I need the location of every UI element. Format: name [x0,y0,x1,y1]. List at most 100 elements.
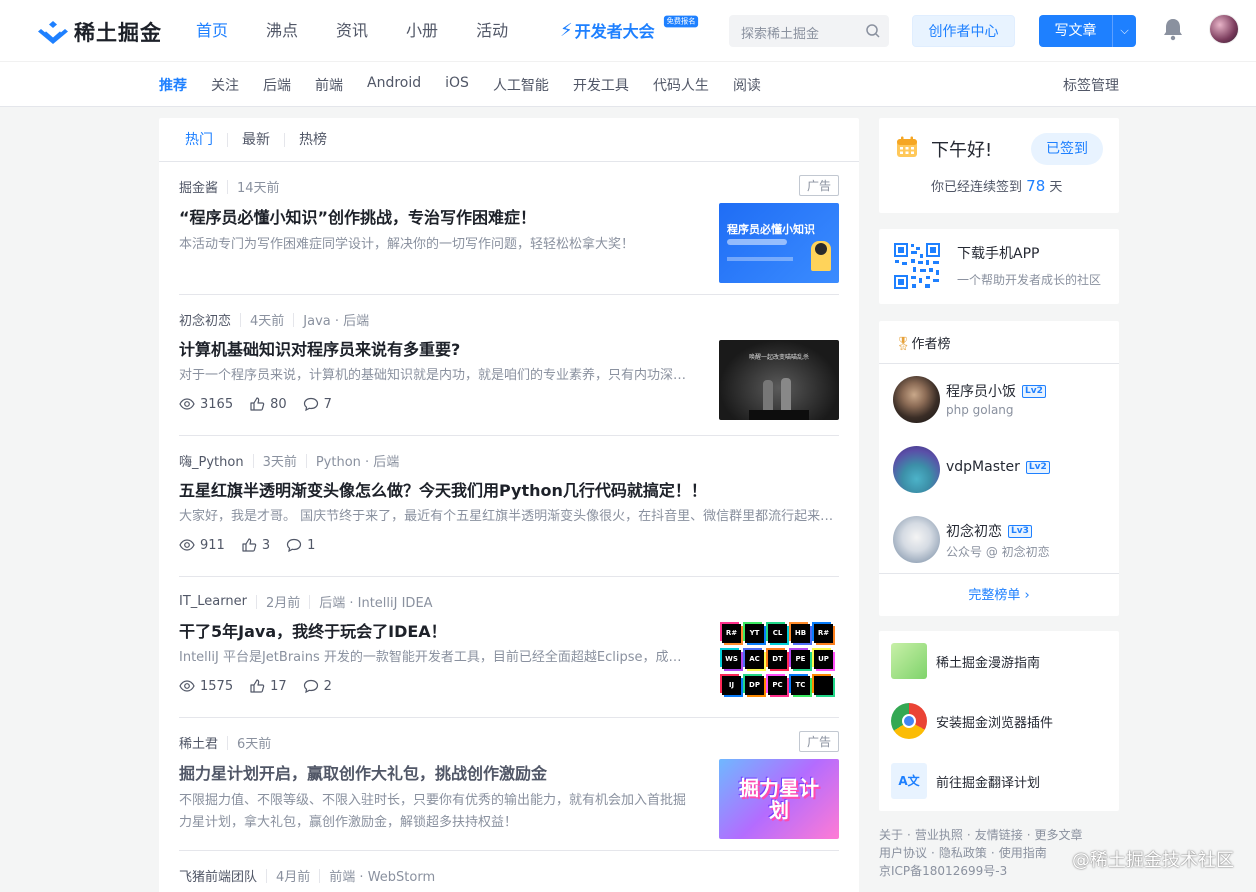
category-recommended[interactable]: 推荐 [159,75,187,95]
list-item[interactable]: 飞猪前端团队 4月前 前端 · WebStorm [179,866,839,892]
entry-tags[interactable]: Python · 后端 [316,451,399,470]
author-name[interactable]: IT_Learner [179,594,247,609]
full-ranking-link[interactable]: 完整榜单 › [879,573,1119,616]
category-code-life[interactable]: 代码人生 [653,75,709,95]
entry-tags[interactable]: 后端 · IntelliJ IDEA [319,592,432,611]
tab-hot[interactable]: 热门 [185,133,227,147]
app-download-card[interactable]: 下载手机APP 一个帮助开发者成长的社区 [879,229,1119,304]
category-devtools[interactable]: 开发工具 [573,75,629,95]
write-article-button[interactable]: 写文章 ⌵ [1039,15,1136,47]
entry-thumbnail[interactable]: 唤醒一起改变喵喵乱杀 [719,340,839,420]
entry-title[interactable]: “程序员必懂小知识”创作挑战，专治写作困难症！ [179,204,536,228]
avatar[interactable] [893,446,940,493]
comment-icon [287,538,302,553]
nav-books[interactable]: 小册 [406,19,438,43]
nav-news[interactable]: 资讯 [336,19,368,43]
nav-pins[interactable]: 沸点 [266,19,298,43]
entry-date: 3天前 [262,455,297,470]
avatar[interactable] [893,516,940,563]
search-icon[interactable] [865,23,881,39]
entry-title[interactable]: 五星红旗半透明渐变头像怎么做？今天我们用Python几行代码就搞定！！ [179,477,707,501]
jetbrains-product-icon: YT [745,624,764,643]
author-name[interactable]: 初念初恋 [179,310,231,329]
entry-thumbnail[interactable]: R# YT CL HB R# WS AC DT PE UP IJ DP PC TC [719,620,839,700]
category-backend[interactable]: 后端 [263,75,291,95]
signed-in-button[interactable]: 已签到 [1031,133,1103,165]
avatar[interactable] [893,376,940,423]
footer-link[interactable]: 友情链接 [975,826,1023,844]
dev-conference-link[interactable]: ⚡ 开发者大会 免费报名 [560,15,699,42]
category-ai[interactable]: 人工智能 [493,75,549,95]
comment-button[interactable]: 1 [286,537,315,553]
footer-link[interactable]: 关于 [879,826,903,844]
entry-tags[interactable]: 前端 · WebStorm [329,866,435,885]
like-button[interactable]: 80 [249,396,287,412]
author-name[interactable]: 程序员小饭 [946,381,1016,401]
thumbnail-caption: 掘力星计划 [739,776,819,822]
entry-abstract: 本活动专门为写作困难症同学设计，解决你的一切写作问题，轻轻松松拿大奖！ [179,237,635,252]
link-guide[interactable]: 稀土掘金漫游指南 [891,641,1111,681]
category-android[interactable]: Android [367,75,421,95]
tab-ranking[interactable]: 热榜 [284,132,341,147]
like-button[interactable]: 3 [241,537,270,553]
logo[interactable]: 稀土掘金 [38,17,162,47]
tab-latest[interactable]: 最新 [227,132,284,147]
author-name[interactable]: 掘金酱 [179,177,218,196]
entry-thumbnail[interactable]: 掘力星计划 [719,759,839,839]
category-reading[interactable]: 阅读 [733,75,761,95]
footer-link[interactable]: 使用指南 [999,844,1047,862]
ranking-author[interactable]: 程序员小饭 Lv2 php golang [893,376,1113,436]
like-button[interactable]: 17 [249,678,287,694]
footer-link[interactable]: 营业执照 [915,826,963,844]
creator-center-button[interactable]: 创作者中心 [912,15,1015,47]
comment-button[interactable]: 7 [303,396,332,412]
thumbnail-caption: 程序员必懂小知识 [727,223,815,236]
entry-date: 4月前 [276,870,311,885]
entry-meta: 掘金酱 14天前 [179,177,280,196]
signin-streak: 你已经连续签到 78 天 [931,177,1063,195]
list-item[interactable]: 嗨_Python 3天前 Python · 后端 五星红旗半透明渐变头像怎么做？… [179,451,839,577]
list-item[interactable]: 初念初恋 4天前 Java · 后端 计算机基础知识对程序员来说有多重要? 对于… [179,310,839,436]
link-browser-extension[interactable]: 安装掘金浏览器插件 [891,701,1111,741]
author-name[interactable]: 稀土君 [179,733,218,752]
entry-title[interactable]: 掘力星计划开启，赢取创作大礼包，挑战创作激励金 [179,760,547,784]
guide-icon [891,643,927,679]
ranking-author[interactable]: 初念初恋 Lv3 公众号 @ 初念初恋 [893,516,1113,576]
user-avatar[interactable] [1209,14,1239,44]
nav-home[interactable]: 首页 [196,19,228,43]
footer-link[interactable]: 用户协议 [879,844,927,862]
main-nav: 首页 沸点 资讯 小册 活动 [196,19,546,43]
entry-title[interactable]: 计算机基础知识对程序员来说有多重要? [179,336,460,360]
link-translation[interactable]: A文 前往掘金翻译计划 [891,761,1111,801]
entry-abstract: IntelliJ 平台是JetBrains 开发的一款智能开发者工具，目前已经全… [179,650,687,665]
list-item[interactable]: 掘金酱 14天前 广告 “程序员必懂小知识”创作挑战，专治写作困难症！ 本活动专… [179,175,839,295]
footer-link[interactable]: 京ICP备18012699号-3 [879,862,1007,880]
list-item[interactable]: IT_Learner 2月前 后端 · IntelliJ IDEA 干了5年Ja… [179,592,839,718]
search-input[interactable]: 探索稀土掘金 [729,15,889,47]
notification-bell-icon[interactable] [1162,17,1184,41]
entry-meta: 稀土君 6天前 [179,733,271,752]
footer-link[interactable]: 隐私政策 [939,844,987,862]
category-following[interactable]: 关注 [211,75,239,95]
list-item[interactable]: 稀土君 6天前 广告 掘力星计划开启，赢取创作大礼包，挑战创作激励金 不限掘力值… [179,731,839,851]
author-name[interactable]: 嗨_Python [179,451,244,470]
category-frontend[interactable]: 前端 [315,75,343,95]
entry-tags[interactable]: Java · 后端 [303,310,369,329]
ranking-author[interactable]: vdpMaster Lv2 [893,446,1113,506]
chevron-down-icon[interactable]: ⌵ [1112,15,1136,47]
comment-button[interactable]: 2 [303,678,332,694]
author-name[interactable]: vdpMaster [946,459,1020,475]
footer-link[interactable]: 更多文章 [1035,826,1083,844]
category-ios[interactable]: iOS [445,75,469,95]
entry-meta: 初念初恋 4天前 Java · 后端 [179,310,369,329]
author-name[interactable]: 飞猪前端团队 [179,866,257,885]
app-download-subtitle: 一个帮助开发者成长的社区 [957,273,1102,287]
entry-date: 2月前 [265,596,301,611]
author-name[interactable]: 初念初恋 [946,521,1002,541]
greeting-text: 下午好! [931,140,993,161]
tag-management-link[interactable]: 标签管理 [1063,75,1119,95]
jetbrains-product-icon: PE [791,650,810,669]
entry-title[interactable]: 干了5年Java，我终于玩会了IDEA！ [179,618,447,642]
nav-events[interactable]: 活动 [476,19,508,43]
entry-thumbnail[interactable]: 程序员必懂小知识 [719,203,839,283]
